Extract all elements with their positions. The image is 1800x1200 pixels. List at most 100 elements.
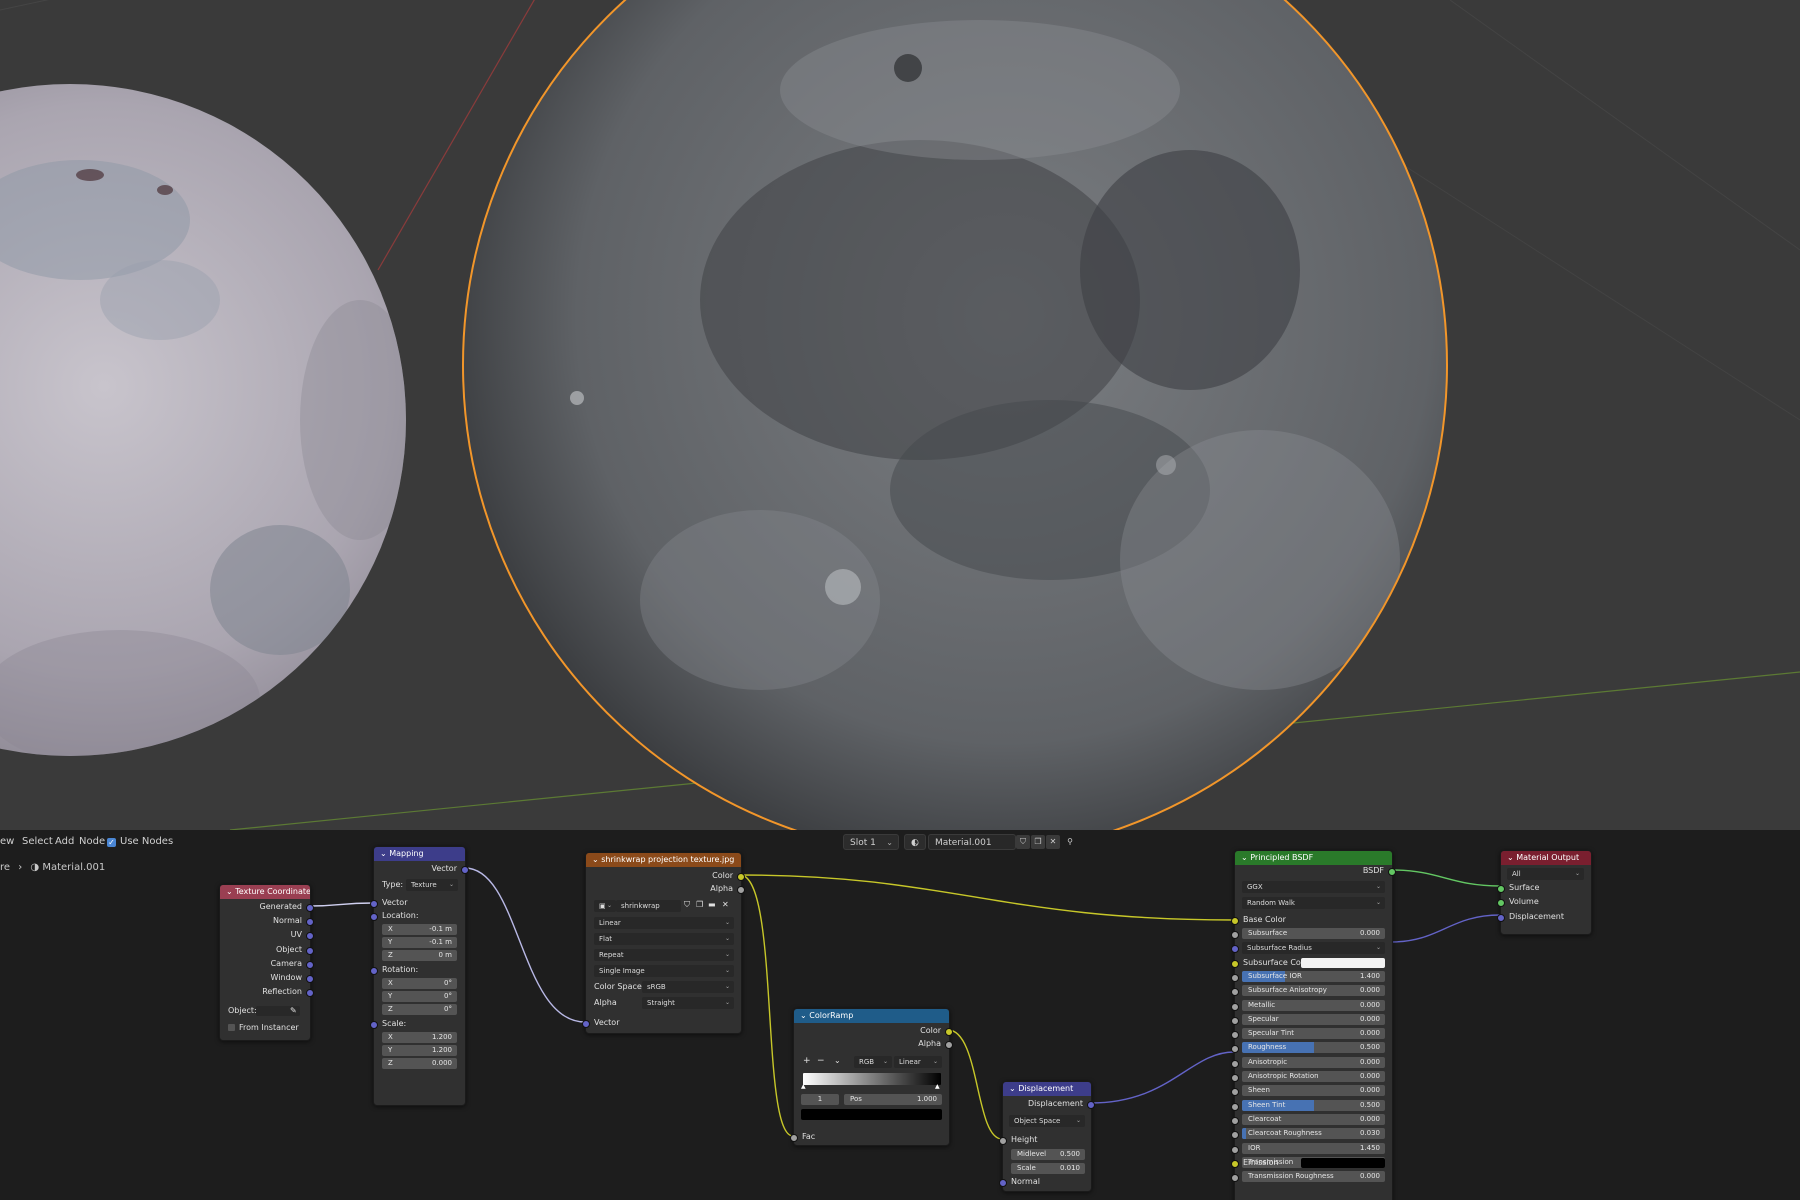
node-header[interactable]: ⌄ ColorRamp <box>794 1009 949 1023</box>
socket-input-icon[interactable] <box>1231 1103 1239 1111</box>
param-slider[interactable]: Specular 0.000 <box>1242 1014 1385 1025</box>
node-header[interactable]: ⌄ Displacement <box>1003 1082 1091 1096</box>
duplicate-icon[interactable]: ❐ <box>696 900 703 909</box>
collapse-chevron-icon[interactable]: ⌄ <box>800 1011 809 1020</box>
type-dropdown[interactable]: Texture ⌄ <box>406 879 458 891</box>
param-slider[interactable]: Sheen Tint 0.500 <box>1242 1100 1385 1111</box>
fake-user-icon[interactable]: ⛉ <box>684 900 690 910</box>
socket-input-icon[interactable] <box>1231 988 1239 996</box>
param-slider[interactable]: Clearcoat 0.000 <box>1242 1114 1385 1125</box>
socket-vector-icon[interactable] <box>582 1020 590 1028</box>
subsurface-method-dropdown[interactable]: Random Walk ⌄ <box>1242 897 1385 909</box>
socket-input-icon[interactable] <box>1231 1074 1239 1082</box>
collapse-chevron-icon[interactable]: ⌄ <box>592 855 601 864</box>
material-output-node[interactable]: ⌄ Material Output All ⌄ Surface Volume Di… <box>1497 850 1592 935</box>
socket-vector-icon[interactable] <box>306 904 314 912</box>
extension-dropdown[interactable]: Repeat ⌄ <box>594 949 734 961</box>
rotation-x-field[interactable]: X 0° <box>382 978 457 989</box>
param-slider[interactable]: IOR 1.450 <box>1242 1143 1385 1154</box>
stop-color-swatch[interactable] <box>801 1109 942 1120</box>
socket-color-icon[interactable] <box>1231 1160 1239 1168</box>
chevron-down-icon[interactable]: ⌄ <box>834 1056 841 1065</box>
socket-shader-icon[interactable] <box>1388 868 1396 876</box>
socket-input-icon[interactable] <box>1231 1060 1239 1068</box>
mapping-node[interactable]: ⌄ Mapping Vector Type: Texture ⌄ Vector L… <box>370 846 469 1106</box>
node-header[interactable]: ⌄ shrinkwrap projection texture.jpg <box>586 853 741 867</box>
socket-input-icon[interactable] <box>1231 1117 1239 1125</box>
socket-shader-icon[interactable] <box>1497 885 1505 893</box>
param-slider[interactable]: Specular Tint 0.000 <box>1242 1028 1385 1039</box>
socket-float-icon[interactable] <box>999 1137 1007 1145</box>
location-y-field[interactable]: Y -0.1 m <box>382 937 457 948</box>
collapse-chevron-icon[interactable]: ⌄ <box>1009 1084 1018 1093</box>
displacement-node[interactable]: ⌄ Displacement Displacement Object Space… <box>999 1081 1095 1192</box>
param-slider[interactable]: Subsurface Anisotropy 0.000 <box>1242 985 1385 996</box>
socket-vector-icon[interactable] <box>1497 914 1505 922</box>
scale-field[interactable]: Scale 0.010 <box>1011 1163 1085 1174</box>
subsurface-radius-dropdown[interactable]: Subsurface Radius ⌄ <box>1242 942 1385 954</box>
rotation-z-field[interactable]: Z 0° <box>382 1004 457 1015</box>
node-header[interactable]: ⌄ Material Output <box>1501 851 1591 865</box>
socket-input-icon[interactable] <box>1231 1045 1239 1053</box>
param-slider[interactable]: Transmission Roughness 0.000 <box>1242 1171 1385 1182</box>
principled-bsdf-node[interactable]: ⌄ Principled BSDF BSDF GGX ⌄ Random Walk ⌄… <box>1231 850 1396 1200</box>
param-slider[interactable]: Metallic 0.000 <box>1242 1000 1385 1011</box>
param-slider[interactable]: Roughness 0.500 <box>1242 1042 1385 1053</box>
socket-vector-icon[interactable] <box>370 900 378 908</box>
color-ramp-gradient[interactable] <box>803 1073 941 1085</box>
socket-vector-icon[interactable] <box>306 918 314 926</box>
checkbox-unchecked-icon[interactable] <box>228 1024 235 1031</box>
image-name-field[interactable]: shrinkwrap proje... <box>616 900 681 912</box>
target-dropdown[interactable]: All ⌄ <box>1507 868 1584 880</box>
rotation-y-field[interactable]: Y 0° <box>382 991 457 1002</box>
socket-float-icon[interactable] <box>737 886 745 894</box>
param-slider[interactable]: Anisotropic 0.000 <box>1242 1057 1385 1068</box>
ramp-stop-right-icon[interactable]: ▲ <box>935 1083 940 1090</box>
param-slider[interactable]: Sheen 0.000 <box>1242 1085 1385 1096</box>
midlevel-field[interactable]: Midlevel 0.500 <box>1011 1149 1085 1160</box>
socket-input-icon[interactable] <box>1231 1031 1239 1039</box>
socket-input-icon[interactable] <box>1231 931 1239 939</box>
socket-vector-icon[interactable] <box>306 932 314 940</box>
socket-input-icon[interactable] <box>1231 1131 1239 1139</box>
stop-index-field[interactable]: 1 <box>801 1094 839 1105</box>
collapse-chevron-icon[interactable]: ⌄ <box>1241 853 1250 862</box>
node-header[interactable]: ⌄ Mapping <box>374 847 465 861</box>
socket-input-icon[interactable] <box>1231 1146 1239 1154</box>
param-slider[interactable]: Anisotropic Rotation 0.000 <box>1242 1071 1385 1082</box>
node-header[interactable]: ⌄ Texture Coordinate <box>220 885 310 899</box>
location-z-field[interactable]: Z0 m <box>382 950 457 961</box>
scale-y-field[interactable]: Y 1.200 <box>382 1045 457 1056</box>
close-icon[interactable]: ✕ <box>722 900 729 909</box>
socket-vector-icon[interactable] <box>1087 1101 1095 1109</box>
stop-position-field[interactable]: Pos 1.000 <box>844 1094 942 1105</box>
socket-color-icon[interactable] <box>737 873 745 881</box>
socket-vector-icon[interactable] <box>999 1179 1007 1187</box>
colorramp-node[interactable]: ⌄ ColorRamp Color Alpha + − ⌄ RGB ⌄ Linea… <box>790 1008 953 1146</box>
ramp-interpolation-dropdown[interactable]: Linear ⌄ <box>894 1056 942 1068</box>
source-dropdown[interactable]: Single Image ⌄ <box>594 965 734 977</box>
socket-vector-icon[interactable] <box>306 975 314 983</box>
socket-color-icon[interactable] <box>1231 917 1239 925</box>
scale-z-field[interactable]: Z 0.000 <box>382 1058 457 1069</box>
subsurface-color-swatch[interactable] <box>1301 958 1385 968</box>
socket-input-icon[interactable] <box>1231 974 1239 982</box>
image-texture-node[interactable]: ⌄ shrinkwrap projection texture.jpg Colo… <box>582 852 745 1034</box>
color-mode-dropdown[interactable]: RGB ⌄ <box>854 1056 892 1068</box>
alpha-mode-dropdown[interactable]: Straight ⌄ <box>642 997 734 1009</box>
socket-float-icon[interactable] <box>790 1134 798 1142</box>
scale-x-field[interactable]: X 1.200 <box>382 1032 457 1043</box>
param-slider[interactable]: Subsurface IOR 1.400 <box>1242 971 1385 982</box>
collapse-chevron-icon[interactable]: ⌄ <box>1507 853 1516 862</box>
from-instancer-row[interactable]: From Instancer <box>220 1022 310 1034</box>
socket-float-icon[interactable] <box>945 1041 953 1049</box>
socket-vector-icon[interactable] <box>370 1021 378 1029</box>
node-header[interactable]: ⌄ Principled BSDF <box>1235 851 1392 865</box>
location-x-field[interactable]: X -0.1 m <box>382 924 457 935</box>
eyedropper-icon[interactable]: ✎ <box>290 1005 297 1017</box>
projection-dropdown[interactable]: Flat ⌄ <box>594 933 734 945</box>
space-dropdown[interactable]: Object Space ⌄ <box>1009 1115 1085 1127</box>
param-slider[interactable]: Subsurface 0.000 <box>1242 928 1385 939</box>
folder-icon[interactable]: ▬ <box>708 900 716 909</box>
collapse-chevron-icon[interactable]: ⌄ <box>380 849 389 858</box>
